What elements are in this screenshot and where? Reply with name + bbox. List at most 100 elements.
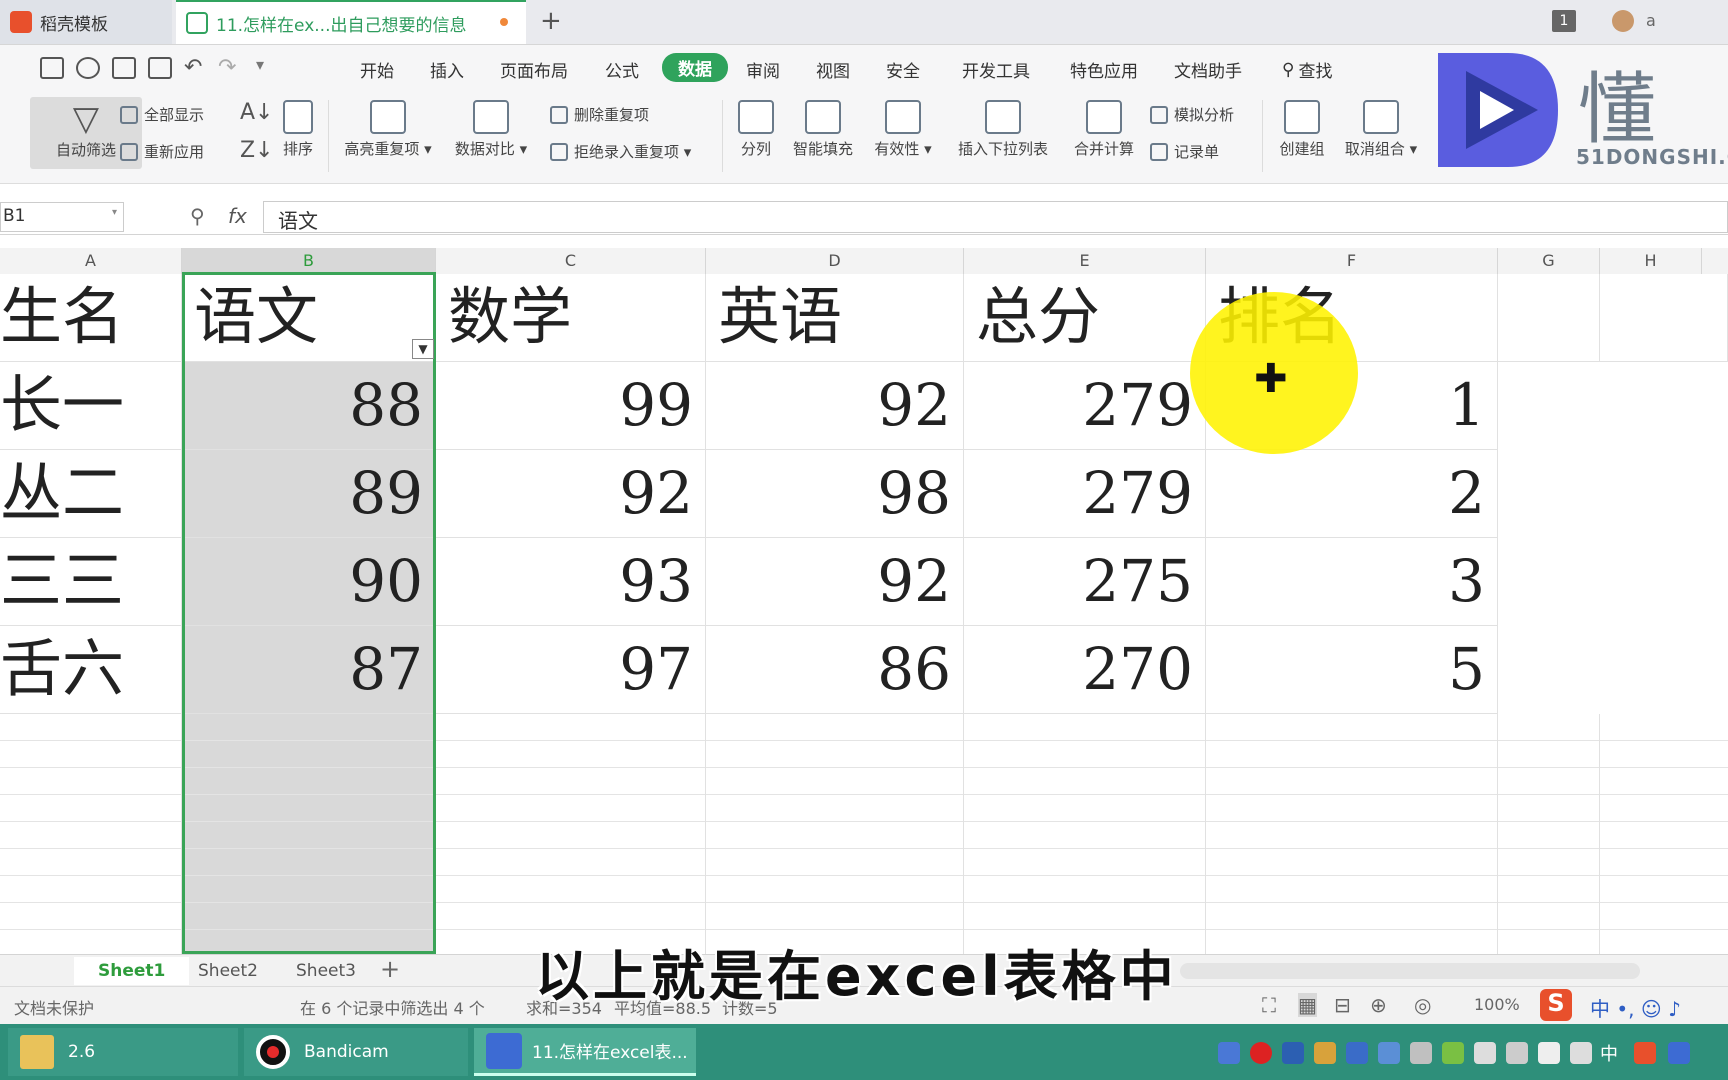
taskbar-bandicam[interactable]: Bandicam bbox=[244, 1028, 468, 1076]
sogou-ime-icon[interactable]: S bbox=[1540, 989, 1572, 1021]
cell-g1[interactable] bbox=[1498, 274, 1600, 362]
cell-d3[interactable]: 98 bbox=[706, 450, 964, 538]
menu-formulas[interactable]: 公式 bbox=[605, 57, 639, 82]
column-header-e[interactable]: E bbox=[964, 248, 1206, 274]
tray-record-icon[interactable] bbox=[1250, 1042, 1272, 1064]
cell-e5[interactable]: 270 bbox=[964, 626, 1206, 714]
redo-icon[interactable]: ↷ bbox=[218, 55, 236, 80]
formula-input[interactable]: 语文 bbox=[263, 201, 1728, 233]
name-box[interactable]: B1 ▾ bbox=[0, 202, 124, 232]
sheet-tab-1[interactable]: Sheet1 bbox=[74, 957, 190, 985]
highlight-duplicates-button[interactable]: 高亮重复项 ▾ bbox=[340, 100, 436, 159]
tray-sogou-icon[interactable] bbox=[1634, 1042, 1656, 1064]
cell-e2[interactable]: 279 bbox=[964, 362, 1206, 450]
undo-icon[interactable]: ↶ bbox=[184, 55, 202, 80]
tray-speaker-icon[interactable] bbox=[1570, 1042, 1592, 1064]
cell-b3[interactable]: 89 bbox=[182, 450, 436, 538]
remove-duplicates-button[interactable]: 删除重复项 bbox=[550, 104, 649, 125]
column-header-f[interactable]: F bbox=[1206, 248, 1498, 274]
cell-c2[interactable]: 99 bbox=[436, 362, 706, 450]
taskbar-wps[interactable]: 11.怎样在excel表... bbox=[474, 1028, 696, 1076]
tray-signal-icon[interactable] bbox=[1538, 1042, 1560, 1064]
tray-display-icon[interactable] bbox=[1282, 1042, 1304, 1064]
window-count-badge[interactable]: 1 bbox=[1552, 10, 1576, 32]
show-all-button[interactable]: 全部显示 bbox=[120, 104, 204, 125]
menu-data[interactable]: 数据 bbox=[662, 53, 728, 82]
column-header-g[interactable]: G bbox=[1498, 248, 1600, 274]
menu-features[interactable]: 特色应用 bbox=[1070, 57, 1138, 82]
tray-app-icon[interactable] bbox=[1668, 1042, 1690, 1064]
what-if-analysis-button[interactable]: 模拟分析 bbox=[1150, 104, 1234, 125]
tray-network-icon[interactable] bbox=[1218, 1042, 1240, 1064]
sort-descending-icon[interactable]: Z↓ bbox=[240, 138, 274, 163]
ime-toolbar-icons[interactable]: 中 •, ☺ ♪ bbox=[1590, 993, 1681, 1022]
cell-e4[interactable]: 275 bbox=[964, 538, 1206, 626]
eye-protection-icon[interactable]: ◎ bbox=[1414, 993, 1431, 1017]
cell-c5[interactable]: 97 bbox=[436, 626, 706, 714]
cell-d4[interactable]: 92 bbox=[706, 538, 964, 626]
zoom-icon[interactable]: ⚲ bbox=[190, 204, 205, 228]
spreadsheet-grid[interactable]: 生名 语文 数学 英语 总分 排名 长一 88 99 92 279 1 丛二 8… bbox=[0, 274, 1728, 954]
customize-chevron-icon[interactable]: ▾ bbox=[256, 55, 264, 74]
consolidate-button[interactable]: 合并计算 bbox=[1066, 100, 1142, 159]
column-header-d[interactable]: D bbox=[706, 248, 964, 274]
menu-security[interactable]: 安全 bbox=[886, 57, 920, 82]
save-icon[interactable] bbox=[40, 57, 64, 79]
cell-e1[interactable]: 总分 bbox=[964, 274, 1206, 362]
tray-monitor-icon[interactable] bbox=[1346, 1042, 1368, 1064]
tab-docer-templates[interactable]: 稻壳模板 bbox=[0, 0, 172, 44]
protection-status[interactable]: 文档未保护 bbox=[14, 995, 94, 1019]
cell-a3[interactable]: 丛二 bbox=[0, 450, 182, 538]
cell-b1[interactable]: 语文 bbox=[182, 274, 436, 362]
normal-view-icon[interactable]: ▦ bbox=[1298, 993, 1317, 1017]
unsaved-dot-icon[interactable] bbox=[500, 18, 508, 26]
cell-a5[interactable]: 舌六 bbox=[0, 626, 182, 714]
cell-d5[interactable]: 86 bbox=[706, 626, 964, 714]
cell-b4[interactable]: 90 bbox=[182, 538, 436, 626]
sort-ascending-icon[interactable]: A↓ bbox=[240, 100, 273, 125]
ungroup-button[interactable]: 取消组合 ▾ bbox=[1340, 100, 1422, 159]
cell-d1[interactable]: 英语 bbox=[706, 274, 964, 362]
menu-view[interactable]: 视图 bbox=[816, 57, 850, 82]
cell-c3[interactable]: 92 bbox=[436, 450, 706, 538]
print-icon[interactable] bbox=[112, 57, 136, 79]
menu-insert[interactable]: 插入 bbox=[430, 57, 464, 82]
insert-dropdown-button[interactable]: 插入下拉列表 bbox=[950, 100, 1056, 159]
tab-active-document[interactable]: 11.怎样在ex...出自己想要的信息 bbox=[176, 0, 526, 44]
menu-doc-assistant[interactable]: 文档助手 bbox=[1174, 57, 1242, 82]
cell-a1[interactable]: 生名 bbox=[0, 274, 182, 362]
sort-button[interactable]: 排序 bbox=[276, 100, 320, 159]
column-header-a[interactable]: A bbox=[0, 248, 182, 274]
record-form-button[interactable]: 记录单 bbox=[1150, 141, 1219, 162]
cell-c4[interactable]: 93 bbox=[436, 538, 706, 626]
search-menu[interactable]: ⚲ 查找 bbox=[1282, 57, 1332, 83]
fx-icon[interactable]: fx bbox=[228, 204, 247, 228]
menu-review[interactable]: 审阅 bbox=[746, 57, 780, 82]
reapply-button[interactable]: 重新应用 bbox=[120, 141, 204, 162]
cell-f3[interactable]: 2 bbox=[1206, 450, 1498, 538]
filter-dropdown-icon[interactable]: ▼ bbox=[412, 339, 434, 359]
menu-home[interactable]: 开始 bbox=[360, 57, 394, 82]
horizontal-scrollbar[interactable] bbox=[1180, 963, 1640, 979]
zoom-level[interactable]: 100% bbox=[1474, 995, 1520, 1014]
tray-usb-icon[interactable] bbox=[1506, 1042, 1528, 1064]
menu-page-layout[interactable]: 页面布局 bbox=[500, 57, 568, 82]
sheet-tab-3[interactable]: Sheet3 bbox=[272, 957, 380, 985]
taskbar-folder[interactable]: 2.6 bbox=[8, 1028, 238, 1076]
print-preview-icon[interactable] bbox=[148, 57, 172, 79]
cell-h1[interactable] bbox=[1600, 274, 1728, 362]
format-painter-icon[interactable] bbox=[76, 57, 100, 79]
column-header-c[interactable]: C bbox=[436, 248, 706, 274]
tray-flag-icon[interactable] bbox=[1474, 1042, 1496, 1064]
tray-ime-icon[interactable]: 中 bbox=[1600, 1040, 1618, 1066]
cell-c1[interactable]: 数学 bbox=[436, 274, 706, 362]
new-tab-button[interactable]: + bbox=[540, 6, 562, 36]
page-break-icon[interactable]: ⊟ bbox=[1334, 993, 1351, 1017]
cell-a4[interactable]: 三三 bbox=[0, 538, 182, 626]
cell-d2[interactable]: 92 bbox=[706, 362, 964, 450]
tray-cloud-icon[interactable] bbox=[1378, 1042, 1400, 1064]
fullscreen-icon[interactable]: ⛶ bbox=[1262, 993, 1276, 1017]
tray-security-icon[interactable] bbox=[1442, 1042, 1464, 1064]
cell-f5[interactable]: 5 bbox=[1206, 626, 1498, 714]
data-compare-button[interactable]: 数据对比 ▾ bbox=[448, 100, 534, 159]
